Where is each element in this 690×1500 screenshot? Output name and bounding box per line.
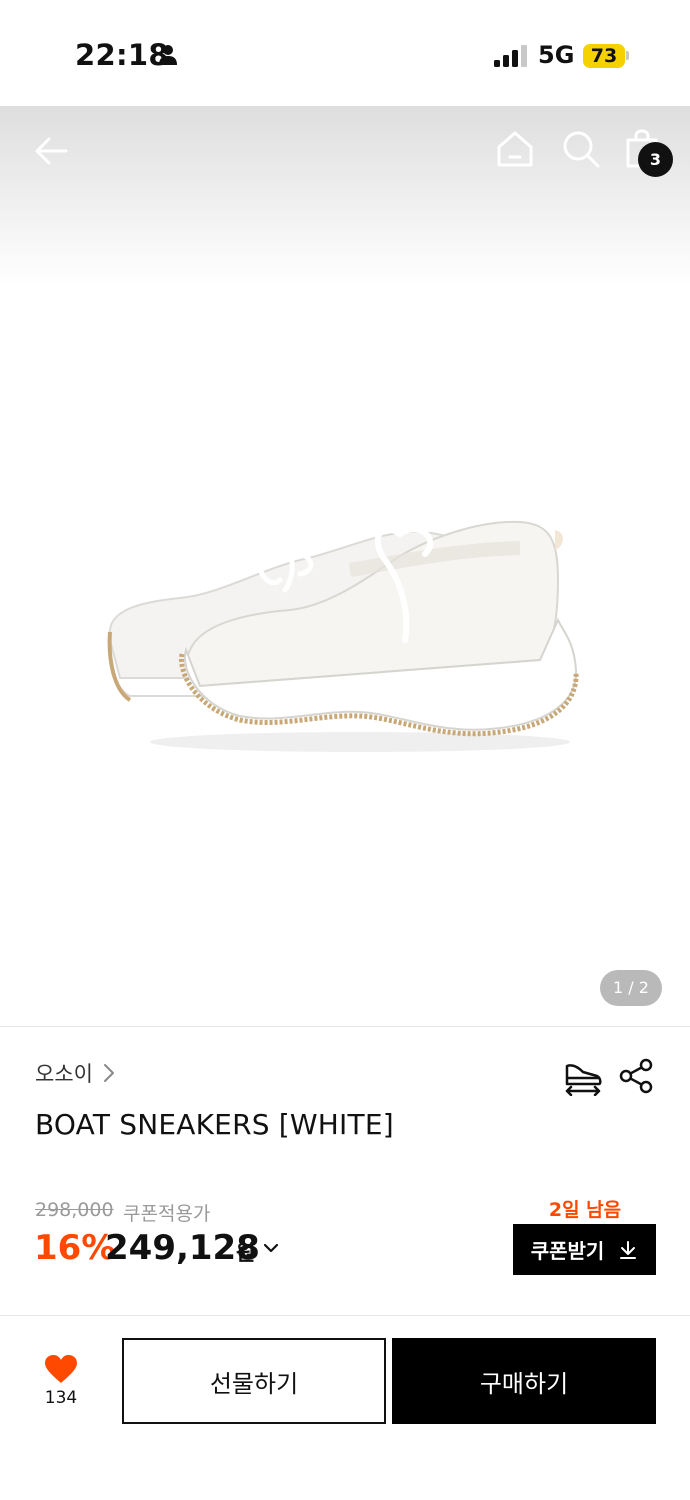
chevron-down-icon[interactable] xyxy=(263,1242,279,1254)
status-time: 22:18 xyxy=(75,38,169,72)
original-price: 298,000 xyxy=(35,1199,114,1221)
signal-icon xyxy=(494,45,527,67)
chevron-right-icon xyxy=(103,1064,114,1082)
shoe-size-icon[interactable] xyxy=(563,1058,603,1096)
discount-rate: 16% xyxy=(34,1228,116,1268)
gift-button[interactable]: 선물하기 xyxy=(122,1338,386,1424)
buy-button[interactable]: 구매하기 xyxy=(392,1338,656,1424)
download-icon xyxy=(620,1240,637,1259)
product-image-gallery[interactable]: 3 1 / 2 xyxy=(0,106,690,1026)
share-icon[interactable] xyxy=(618,1058,654,1094)
like-count: 134 xyxy=(44,1388,78,1408)
gallery-page-indicator: 1 / 2 xyxy=(600,970,662,1006)
divider xyxy=(0,1315,690,1316)
coupon-price-label: 쿠폰적용가 xyxy=(123,1203,211,1225)
heart-icon xyxy=(45,1355,77,1383)
like-button[interactable]: 134 xyxy=(30,1354,92,1414)
cart-count-badge[interactable]: 3 xyxy=(638,142,673,177)
network-label: 5G xyxy=(538,41,575,69)
battery-tip xyxy=(626,51,629,60)
search-icon[interactable] xyxy=(560,128,602,170)
status-bar: 22:18 5G 73 xyxy=(0,0,690,106)
currency-unit: 원 xyxy=(236,1241,256,1265)
product-shoe-image xyxy=(107,520,579,752)
back-arrow-icon[interactable] xyxy=(30,130,72,172)
divider xyxy=(0,1026,690,1027)
brand-link[interactable]: 오소이 xyxy=(35,1058,115,1088)
brand-name: 오소이 xyxy=(35,1062,93,1086)
coupon-button-label: 쿠폰받기 xyxy=(530,1239,605,1263)
download-coupon-button[interactable]: 쿠폰받기 xyxy=(513,1224,656,1275)
battery-indicator: 73 xyxy=(583,44,625,68)
home-icon[interactable] xyxy=(494,128,536,170)
coupon-days-left: 2일 남음 xyxy=(548,1199,622,1221)
person-icon xyxy=(159,45,177,65)
product-title: BOAT SNEAKERS [WHITE] xyxy=(35,1108,394,1141)
